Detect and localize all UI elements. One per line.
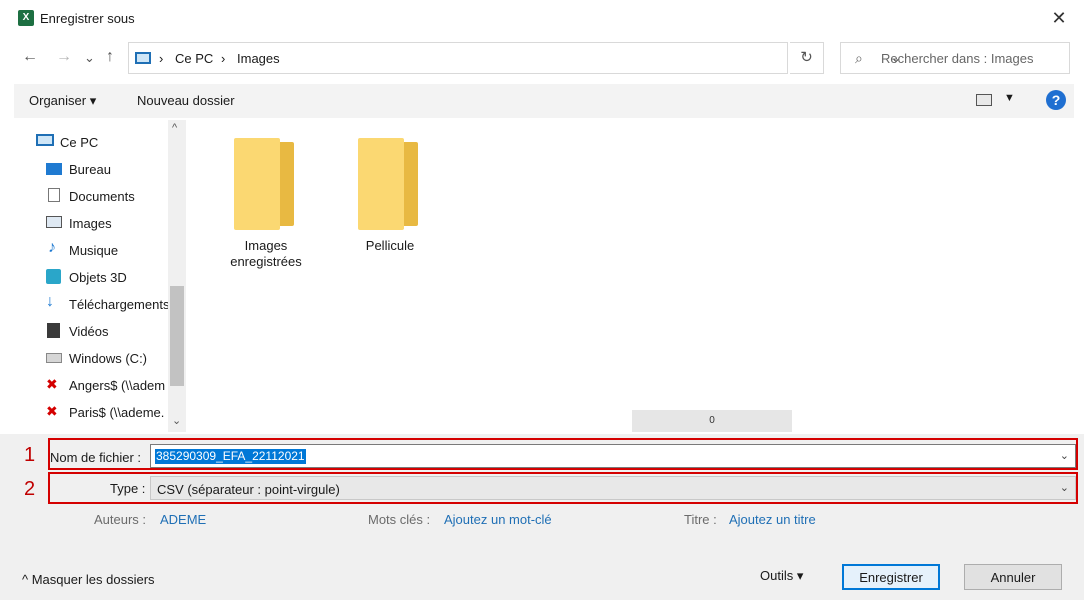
network-drive-disconnected-icon: ✖ bbox=[46, 376, 58, 392]
sidebar-item-videos[interactable]: Vidéos bbox=[14, 319, 170, 343]
sidebar-item-documents[interactable]: Documents bbox=[14, 184, 170, 208]
sidebar-item-label: Paris$ (\\ademe. bbox=[69, 405, 165, 420]
keywords-label: Mots clés : bbox=[368, 512, 431, 527]
drive-icon bbox=[46, 353, 62, 363]
sidebar-item-bureau[interactable]: Bureau bbox=[14, 157, 170, 181]
scroll-indicator[interactable]: 0 bbox=[632, 410, 792, 432]
up-button[interactable]: ↑ bbox=[106, 48, 114, 66]
file-type-select[interactable]: CSV (séparateur : point-virgule) ⌄ bbox=[150, 476, 1076, 500]
sidebar-item-label: Musique bbox=[69, 243, 119, 258]
images-icon bbox=[46, 216, 62, 228]
breadcrumb-images[interactable]: Images bbox=[237, 51, 280, 66]
address-bar[interactable]: › Ce PC › Images ⌄ bbox=[128, 42, 901, 74]
network-drive-disconnected-icon: ✖ bbox=[46, 403, 58, 419]
desktop-icon bbox=[46, 163, 62, 175]
pc-icon bbox=[36, 134, 54, 146]
excel-icon: X bbox=[18, 10, 34, 26]
cancel-button[interactable]: Annuler bbox=[964, 564, 1062, 590]
hide-folders-button[interactable]: ^ Masquer les dossiers bbox=[22, 572, 155, 587]
folder-icon bbox=[358, 138, 418, 230]
search-input[interactable] bbox=[881, 49, 1061, 67]
file-list: Images enregistrées Pellicule 0 bbox=[190, 120, 1074, 432]
sidebar-item-musique[interactable]: ♪ Musique bbox=[14, 238, 170, 262]
sidebar-item-paris[interactable]: ✖ Paris$ (\\ademe. bbox=[14, 400, 170, 424]
videos-icon bbox=[47, 323, 60, 338]
window-title: Enregistrer sous bbox=[40, 11, 135, 26]
chevron-down-icon[interactable]: ⌄ bbox=[1060, 481, 1069, 494]
sidebar-item-objets-3d[interactable]: Objets 3D bbox=[14, 265, 170, 289]
help-icon[interactable]: ? bbox=[1046, 90, 1066, 110]
sidebar-item-label: Bureau bbox=[69, 162, 111, 177]
search-icon: ⌕ bbox=[855, 50, 863, 66]
sidebar-item-angers[interactable]: ✖ Angers$ (\\adem bbox=[14, 373, 170, 397]
organise-menu[interactable]: Organiser ▾ bbox=[29, 93, 96, 109]
refresh-button[interactable]: ↻ bbox=[790, 42, 824, 74]
address-row: ← → ⌄ ↑ › Ce PC › Images ⌄ ↻ ⌕ bbox=[0, 40, 1084, 76]
scroll-down-icon[interactable]: ⌄ bbox=[172, 414, 181, 427]
save-form: 1 Nom de fichier : 385290309_EFA_2211202… bbox=[0, 434, 1084, 600]
3d-objects-icon bbox=[46, 269, 61, 284]
sidebar-item-images[interactable]: Images bbox=[14, 211, 170, 235]
title-label: Titre : bbox=[684, 512, 717, 527]
breadcrumb-separator[interactable]: › bbox=[221, 51, 225, 66]
chevron-down-icon[interactable]: ⌄ bbox=[1060, 449, 1069, 462]
breadcrumb-ce-pc[interactable]: Ce PC bbox=[175, 51, 213, 66]
sidebar-item-label: Ce PC bbox=[60, 135, 99, 150]
sidebar-item-ce-pc[interactable]: Ce PC bbox=[14, 130, 170, 154]
downloads-icon: ↓ bbox=[46, 293, 54, 310]
filename-label: Nom de fichier : bbox=[50, 450, 142, 465]
sidebar-item-label: Téléchargements bbox=[69, 297, 170, 312]
view-dropdown-icon[interactable]: ▼ bbox=[1004, 92, 1015, 104]
close-button[interactable]: ✕ bbox=[1046, 6, 1072, 30]
file-type-value: CSV (séparateur : point-virgule) bbox=[157, 482, 340, 497]
breadcrumb-separator[interactable]: › bbox=[159, 51, 163, 66]
sidebar-item-label: Windows (C:) bbox=[69, 351, 148, 366]
new-folder-button[interactable]: Nouveau dossier bbox=[137, 93, 235, 108]
scroll-up-icon[interactable]: ^ bbox=[172, 122, 177, 134]
sidebar-item-windows-c[interactable]: Windows (C:) bbox=[14, 346, 170, 370]
sidebar-item-telechargements[interactable]: ↓ Téléchargements bbox=[14, 292, 170, 316]
sidebar-item-label: Objets 3D bbox=[69, 270, 127, 285]
back-button[interactable]: ← bbox=[22, 48, 38, 66]
sidebar-scrollbar[interactable]: ^ ⌄ bbox=[168, 120, 186, 432]
sidebar-item-label: Images bbox=[69, 216, 112, 231]
title-value[interactable]: Ajoutez un titre bbox=[729, 512, 816, 527]
tools-menu[interactable]: Outils ▾ bbox=[760, 568, 803, 584]
pc-icon bbox=[135, 52, 151, 64]
view-options-icon[interactable] bbox=[976, 94, 992, 106]
authors-value[interactable]: ADEME bbox=[160, 512, 206, 527]
folder-label: Images enregistrées bbox=[230, 238, 302, 269]
folder-label: Pellicule bbox=[365, 238, 415, 253]
annotation-number-1: 1 bbox=[24, 444, 36, 466]
music-icon: ♪ bbox=[48, 239, 56, 256]
sidebar-item-label: Documents bbox=[69, 189, 135, 204]
type-label: Type : bbox=[110, 481, 146, 496]
search-box[interactable]: ⌕ bbox=[840, 42, 1070, 74]
sidebar-item-label: Angers$ (\\adem bbox=[69, 378, 166, 393]
folder-icon bbox=[234, 138, 294, 230]
navigation-pane: Ce PC Bureau Documents Images ♪ Musique … bbox=[14, 120, 186, 432]
forward-button[interactable]: → bbox=[56, 48, 72, 66]
keywords-value[interactable]: Ajoutez un mot-clé bbox=[444, 512, 552, 527]
filename-value: 385290309_EFA_22112021 bbox=[155, 449, 306, 464]
authors-label: Auteurs : bbox=[94, 512, 147, 527]
sidebar-item-label: Vidéos bbox=[69, 324, 109, 339]
filename-input[interactable]: 385290309_EFA_22112021 ⌄ bbox=[150, 444, 1076, 468]
title-bar: X Enregistrer sous ✕ bbox=[0, 0, 1084, 36]
save-button[interactable]: Enregistrer bbox=[842, 564, 940, 590]
recent-locations-button[interactable]: ⌄ bbox=[84, 50, 95, 66]
scrollbar-thumb[interactable] bbox=[170, 286, 184, 386]
annotation-number-2: 2 bbox=[24, 478, 36, 500]
documents-icon bbox=[48, 188, 60, 202]
command-bar: Organiser ▾ Nouveau dossier ▼ ? bbox=[14, 84, 1074, 118]
